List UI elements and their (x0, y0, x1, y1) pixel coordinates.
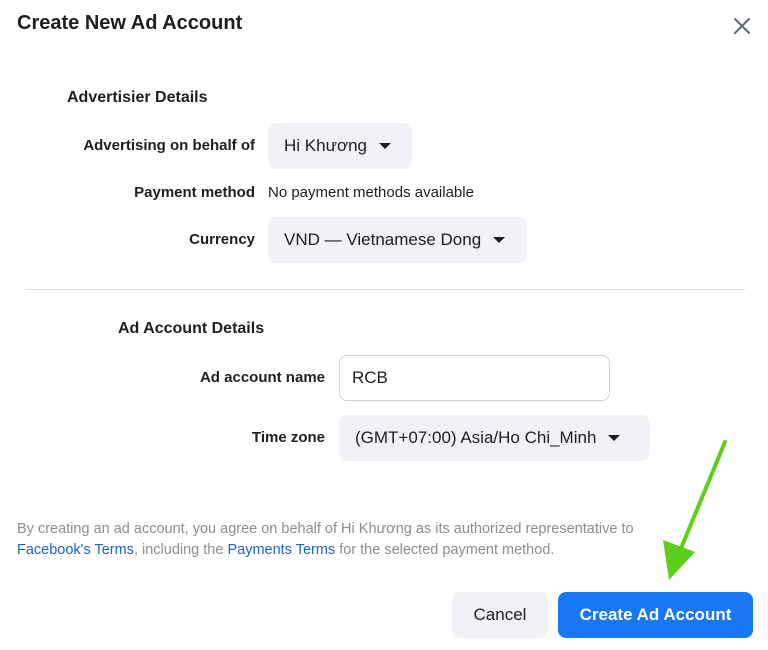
ad-account-details-heading: Ad Account Details (118, 320, 265, 337)
terms-text: for the selected payment method. (335, 542, 555, 558)
arrow-down-icon (663, 440, 727, 580)
close-button[interactable] (730, 14, 754, 38)
advertiser-select-value: Hi Khương (284, 136, 368, 155)
create-ad-account-button[interactable]: Create Ad Account (558, 592, 753, 638)
currency-select[interactable]: VND — Vietnamese Dong (268, 217, 527, 263)
terms-text: , including the (133, 542, 228, 558)
caret-down-icon (608, 435, 621, 441)
time-zone-select[interactable]: (GMT+07:00) Asia/Ho Chi_Minh (339, 415, 650, 461)
currency-select-value: VND — Vietnamese Dong (284, 230, 482, 249)
section-divider (25, 289, 745, 290)
currency-label: Currency (189, 231, 255, 248)
time-zone-label: Time zone (251, 429, 325, 446)
payment-method-label: Payment method (134, 184, 255, 201)
cancel-button[interactable]: Cancel (452, 592, 548, 638)
ad-account-name-value: RCB (352, 368, 388, 387)
ad-account-name-label: Ad account name (199, 369, 325, 386)
dialog-title: Create New Ad Account (17, 12, 243, 34)
advertising-on-behalf-label: Advertising on behalf of (83, 137, 255, 154)
caret-down-icon (379, 143, 392, 149)
time-zone-select-value: (GMT+07:00) Asia/Ho Chi_Minh (355, 428, 597, 447)
close-icon (734, 18, 750, 34)
terms-text: By creating an ad account, you agree on … (17, 521, 634, 537)
ad-account-name-input[interactable]: RCB (339, 355, 610, 401)
facebook-terms-link[interactable]: Facebook's Terms (17, 542, 134, 558)
caret-down-icon (493, 237, 506, 243)
payment-method-value: No payment methods available (268, 184, 474, 201)
advertiser-details-heading: Advertisier Details (67, 89, 208, 106)
payments-terms-link[interactable]: Payments Terms (227, 542, 335, 558)
terms-notice: By creating an ad account, you agree on … (17, 519, 697, 561)
advertiser-select[interactable]: Hi Khương (268, 123, 412, 169)
